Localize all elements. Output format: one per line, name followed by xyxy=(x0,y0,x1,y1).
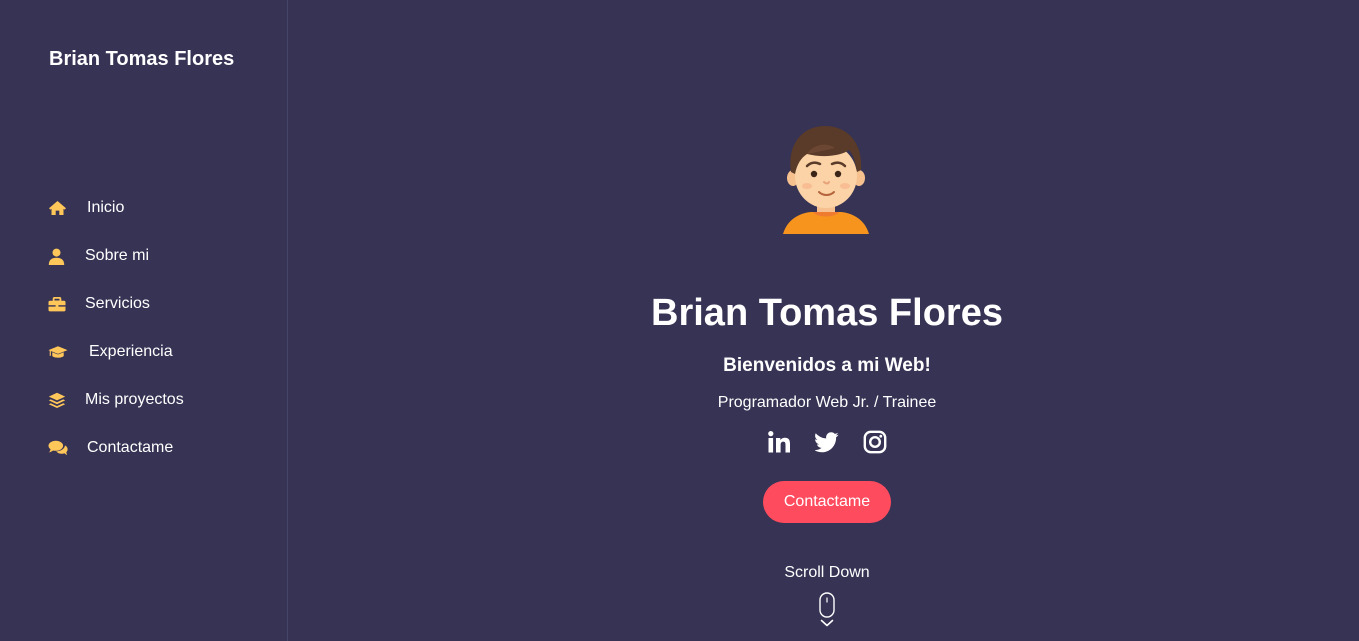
layers-icon xyxy=(48,388,68,412)
graduation-cap-icon xyxy=(48,340,68,364)
mouse-scroll-icon[interactable] xyxy=(818,592,836,630)
sidebar-item-inicio[interactable]: Inicio xyxy=(48,184,184,232)
sidebar-item-label: Inicio xyxy=(87,199,125,216)
sidebar-item-label: Sobre mi xyxy=(85,247,150,264)
sidebar-item-mis-proyectos[interactable]: Mis proyectos xyxy=(48,376,184,424)
briefcase-icon xyxy=(48,292,68,316)
hero-welcome: Bienvenidos a mi Web! xyxy=(723,355,931,376)
hero-role: Programador Web Jr. / Trainee xyxy=(717,394,937,411)
sidebar: Brian Tomas Flores Inicio Sobre mi Servi… xyxy=(0,0,288,641)
twitter-icon[interactable] xyxy=(815,430,839,454)
sidebar-item-label: Contactame xyxy=(87,439,174,456)
linkedin-icon[interactable] xyxy=(767,430,791,454)
sidebar-item-contactame[interactable]: Contactame xyxy=(48,424,184,472)
sidebar-item-label: Servicios xyxy=(85,295,150,312)
sidebar-item-sobre-mi[interactable]: Sobre mi xyxy=(48,232,184,280)
sidebar-nav: Inicio Sobre mi Servicios Experiencia Mi… xyxy=(48,184,184,472)
user-icon xyxy=(48,244,68,268)
sidebar-item-label: Mis proyectos xyxy=(85,391,184,408)
social-links xyxy=(767,428,887,456)
home-icon xyxy=(48,196,68,220)
instagram-icon[interactable] xyxy=(863,430,887,454)
portfolio-page: Brian Tomas Flores Inicio Sobre mi Servi… xyxy=(0,0,1359,641)
scroll-down-label[interactable]: Scroll Down xyxy=(289,564,1359,582)
comments-icon xyxy=(48,436,68,460)
sidebar-item-label: Experiencia xyxy=(89,343,173,360)
hero-name: Brian Tomas Flores xyxy=(651,292,1003,334)
hero-section: Brian Tomas Flores Bienvenidos a mi Web!… xyxy=(289,0,1359,641)
avatar xyxy=(783,126,869,234)
sidebar-brand[interactable]: Brian Tomas Flores xyxy=(49,48,234,71)
contact-button[interactable]: Contactame xyxy=(763,481,891,523)
sidebar-item-experiencia[interactable]: Experiencia xyxy=(48,328,184,376)
sidebar-item-servicios[interactable]: Servicios xyxy=(48,280,184,328)
